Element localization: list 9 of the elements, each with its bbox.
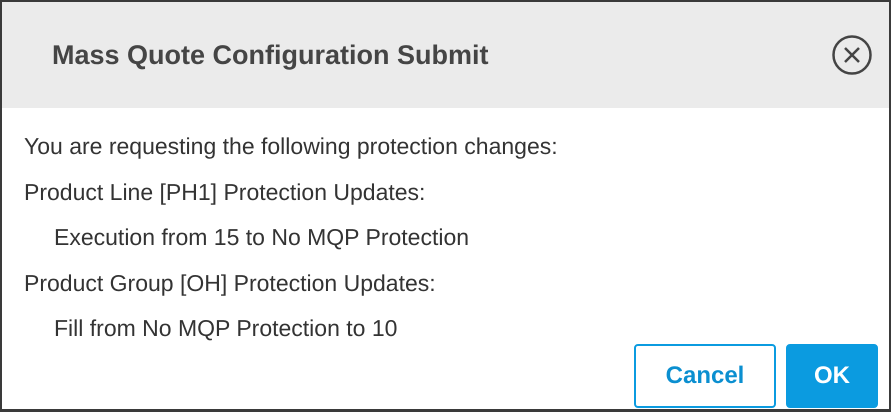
- heading-text: Product Line [PH1] Protection Updates:: [24, 178, 426, 207]
- heading-text: You are requesting the following protection changes:: [24, 132, 559, 161]
- ok-button[interactable]: OK: [786, 344, 878, 408]
- cancel-button[interactable]: Cancel: [634, 344, 776, 408]
- detail-text: Fill from No MQP Protection to 10: [53, 314, 398, 343]
- detail-text: Execution from 15 to No MQP Protection: [53, 223, 470, 252]
- close-icon: [831, 34, 873, 76]
- dialog-title: Mass Quote Configuration Submit: [52, 40, 488, 70]
- heading-text: Product Group [OH] Protection Updates:: [24, 268, 437, 298]
